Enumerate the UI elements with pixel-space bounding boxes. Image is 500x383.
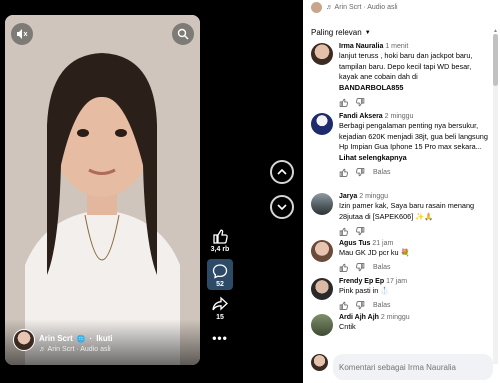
comment-input[interactable] bbox=[333, 354, 493, 380]
comment-icon bbox=[212, 264, 228, 279]
commenter-name[interactable]: Ardi Ajh Ajh bbox=[339, 314, 379, 321]
comment-avatar[interactable] bbox=[311, 240, 333, 262]
caret-down-icon: ▼ bbox=[364, 29, 371, 36]
video-pane: Arin Scrt 🌐 · Ikuti ♬ Arin Scrt · Audio … bbox=[0, 0, 303, 383]
dislike-icon[interactable] bbox=[356, 226, 365, 236]
comments-scrollbar[interactable] bbox=[493, 34, 498, 364]
comment-header: Ardi Ajh Ajh 2 minggu bbox=[339, 314, 491, 321]
comments-pane: ♬ Arin Scrt · Audio asli Paling relevan … bbox=[303, 0, 500, 383]
see-more-link[interactable]: Lihat selengkapnya bbox=[339, 153, 491, 164]
comment-actions: Balas bbox=[339, 167, 491, 177]
search-button[interactable] bbox=[172, 23, 194, 45]
top-avatar bbox=[311, 1, 322, 13]
dislike-icon[interactable] bbox=[356, 167, 365, 177]
mute-button[interactable] bbox=[11, 23, 33, 45]
share-action[interactable]: 15 bbox=[212, 296, 228, 321]
chevron-up-icon bbox=[277, 168, 287, 175]
comment-time: 2 minggu bbox=[380, 314, 410, 321]
comment-avatar[interactable] bbox=[311, 278, 333, 300]
comment-avatar[interactable] bbox=[311, 113, 333, 135]
sort-label: Paling relevan bbox=[311, 28, 362, 37]
like-icon[interactable] bbox=[339, 168, 348, 177]
like-action[interactable]: 3,4 rb bbox=[210, 228, 230, 253]
dot-separator: · bbox=[89, 334, 93, 343]
comment-text: Cntik bbox=[339, 322, 356, 331]
comment-body: Ardi Ajh Ajh 2 minggu Cntik bbox=[339, 314, 491, 333]
share-icon bbox=[212, 296, 228, 311]
like-icon[interactable] bbox=[339, 263, 348, 272]
reply-button[interactable]: Balas bbox=[373, 264, 391, 271]
author-avatar[interactable] bbox=[13, 329, 35, 351]
reply-button[interactable]: Balas bbox=[373, 302, 391, 309]
commenter-name[interactable]: Jarya bbox=[339, 193, 357, 200]
comments-top-bar: ♬ Arin Scrt · Audio asli bbox=[303, 0, 500, 14]
dislike-icon[interactable] bbox=[356, 301, 365, 310]
reel-video[interactable]: Arin Scrt 🌐 · Ikuti ♬ Arin Scrt · Audio … bbox=[5, 15, 200, 365]
search-icon bbox=[177, 28, 189, 40]
comment-text: Pink pasti in 🥼 bbox=[339, 286, 390, 295]
dislike-icon[interactable] bbox=[356, 263, 365, 272]
audio-label[interactable]: ♬ Arin Scrt · Audio asli bbox=[39, 346, 111, 353]
dislike-icon[interactable] bbox=[356, 97, 365, 107]
comment-body: Fandi Aksera 2 minggu Berbagi pengalaman… bbox=[339, 113, 491, 177]
comment-avatar[interactable] bbox=[311, 193, 333, 215]
reel-actions: 3,4 rb 52 15 ••• bbox=[206, 228, 234, 345]
chevron-down-icon bbox=[277, 204, 287, 211]
video-footer: Arin Scrt 🌐 · Ikuti ♬ Arin Scrt · Audio … bbox=[5, 319, 200, 365]
comment-time: 2 minggu bbox=[359, 193, 389, 200]
next-reel-button[interactable] bbox=[270, 195, 294, 219]
like-icon[interactable] bbox=[339, 227, 348, 236]
scrollbar-thumb[interactable] bbox=[493, 34, 498, 86]
comment-header: Fandi Aksera 2 minggu bbox=[339, 113, 491, 120]
comment-body: Agus Tus 21 jam Mau GK JD pcr ku 💐 Balas bbox=[339, 240, 491, 273]
like-icon[interactable] bbox=[339, 98, 348, 107]
comment-avatar[interactable] bbox=[311, 314, 333, 336]
comment-header: Frendy Ep Ep 17 jam bbox=[339, 278, 491, 285]
comment-text: Izin pamer kak, Saya baru rasain menang … bbox=[339, 201, 475, 221]
more-options-button[interactable]: ••• bbox=[212, 331, 228, 345]
comment-body: Jarya 2 minggu Izin pamer kak, Saya baru… bbox=[339, 193, 491, 236]
previous-reel-button[interactable] bbox=[270, 160, 294, 184]
like-count: 3,4 rb bbox=[210, 246, 230, 253]
comment-time: 2 minggu bbox=[384, 113, 414, 120]
comment-body: Irma Nauralia 1 menit lanjut teruss , ho… bbox=[339, 43, 491, 107]
commenter-name[interactable]: Fandi Aksera bbox=[339, 113, 383, 120]
compose-area bbox=[303, 350, 500, 383]
globe-icon: 🌐 bbox=[76, 335, 86, 343]
comment-highlight: BANDARBOLA855 bbox=[339, 82, 404, 92]
comment-header: Irma Nauralia 1 menit bbox=[339, 43, 491, 50]
sort-dropdown[interactable]: Paling relevan ▼ bbox=[311, 28, 371, 37]
app-root: Arin Scrt 🌐 · Ikuti ♬ Arin Scrt · Audio … bbox=[0, 0, 500, 383]
comment-text: Berbagi pengalaman penting nya bersukur,… bbox=[339, 121, 488, 151]
commenter-name[interactable]: Agus Tus bbox=[339, 240, 370, 247]
comment-action[interactable]: 52 bbox=[207, 259, 233, 290]
comment-header: Jarya 2 minggu bbox=[339, 193, 491, 200]
comment-text: lanjut teruss , hoki baru dan jackpot ba… bbox=[339, 51, 473, 81]
author-line: Arin Scrt 🌐 · Ikuti bbox=[39, 334, 113, 343]
comment-body: Frendy Ep Ep 17 jam Pink pasti in 🥼 Bala… bbox=[339, 278, 491, 311]
comment-time: 1 menit bbox=[385, 43, 409, 50]
author-name[interactable]: Arin Scrt bbox=[39, 334, 73, 343]
speaker-muted-icon bbox=[17, 29, 28, 39]
commenter-name[interactable]: Irma Nauralia bbox=[339, 43, 383, 50]
comment-actions: Balas bbox=[339, 263, 491, 273]
comment-avatar[interactable] bbox=[311, 43, 333, 65]
comment-actions bbox=[339, 97, 491, 107]
like-icon[interactable] bbox=[339, 301, 348, 310]
comment-header: Agus Tus 21 jam bbox=[339, 240, 491, 247]
comment-count: 52 bbox=[216, 281, 224, 288]
video-frame-illustration bbox=[5, 15, 200, 365]
follow-button[interactable]: Ikuti bbox=[96, 334, 112, 343]
reply-button[interactable]: Balas bbox=[373, 169, 391, 176]
comment-time: 21 jam bbox=[372, 240, 394, 247]
top-audio-label[interactable]: ♬ Arin Scrt · Audio asli bbox=[326, 4, 398, 11]
commenter-name[interactable]: Frendy Ep Ep bbox=[339, 278, 384, 285]
comment-actions bbox=[339, 226, 491, 236]
thumbs-up-icon bbox=[213, 229, 228, 244]
comment-text: Mau GK JD pcr ku 💐 bbox=[339, 248, 410, 257]
comment-actions: Balas bbox=[339, 301, 491, 311]
share-count: 15 bbox=[216, 314, 224, 321]
comment-time: 17 jam bbox=[386, 278, 408, 285]
compose-avatar bbox=[311, 354, 328, 371]
